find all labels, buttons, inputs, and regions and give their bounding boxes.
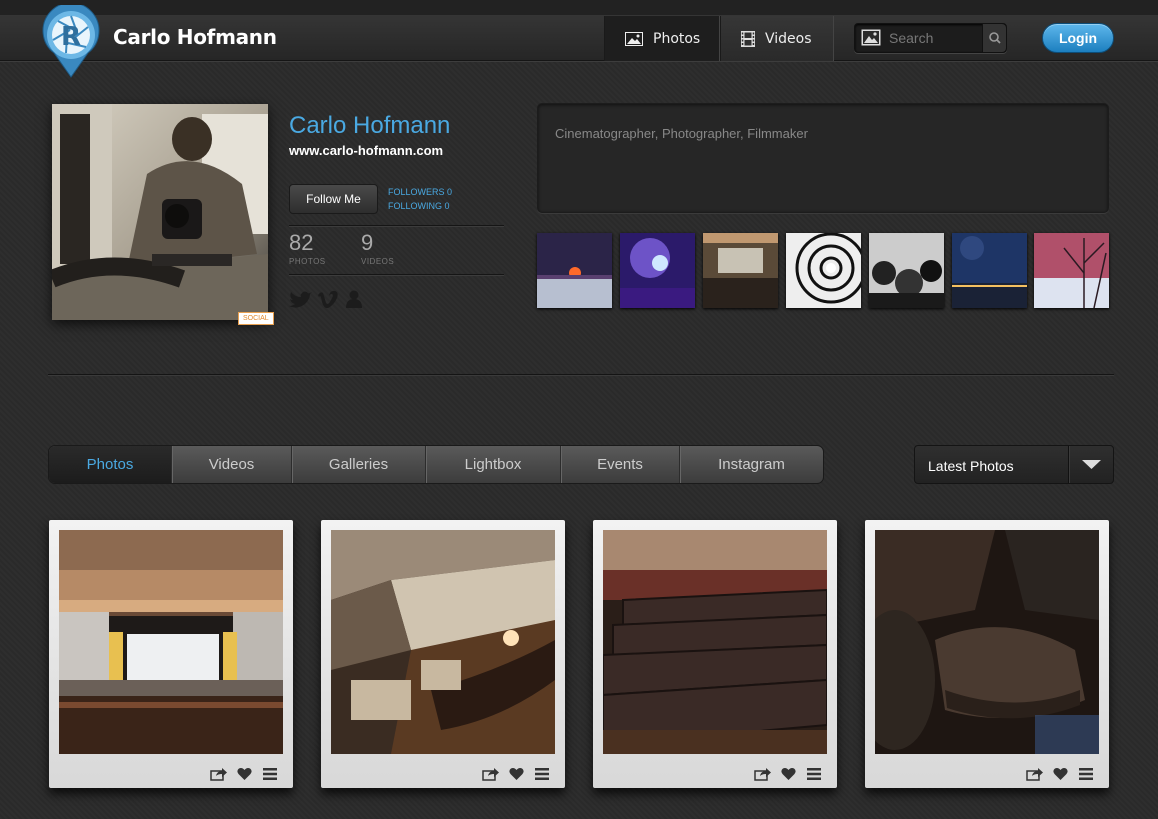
top-strip — [0, 0, 1158, 15]
search-input[interactable] — [889, 27, 981, 49]
menu-button[interactable] — [1077, 766, 1095, 782]
heart-icon — [508, 768, 524, 780]
card-actions — [753, 766, 823, 782]
avatar — [52, 104, 268, 320]
bio-text: Cinematographer, Photographer, Filmmaker — [555, 126, 808, 141]
videos-count-label: VIDEOS — [361, 257, 395, 266]
avatar-photo — [52, 104, 268, 320]
vimeo-icon[interactable] — [317, 290, 339, 308]
like-button[interactable] — [779, 766, 797, 782]
photo-card[interactable] — [865, 520, 1109, 788]
top-bar: R Carlo Hofmann Photos Videos Search Log… — [0, 0, 1158, 78]
menu-button[interactable] — [261, 766, 279, 782]
heart-icon — [236, 768, 252, 780]
followers-link[interactable]: FOLLOWERS 0 — [388, 187, 452, 197]
share-icon — [209, 768, 227, 781]
section-divider — [48, 374, 1114, 375]
like-button[interactable] — [1051, 766, 1069, 782]
film-icon — [741, 30, 755, 47]
sort-dropdown[interactable]: Latest Photos — [914, 445, 1114, 484]
image-icon[interactable] — [861, 29, 881, 46]
recent-photo-thumb[interactable] — [869, 233, 944, 308]
recent-photo-thumb[interactable] — [537, 233, 612, 308]
share-button[interactable] — [753, 766, 771, 782]
following-link[interactable]: FOLLOWING 0 — [388, 201, 450, 211]
card-actions — [209, 766, 279, 782]
nav-photos-label: Photos — [653, 30, 701, 47]
logo-icon[interactable]: R — [40, 5, 102, 79]
profile-name: Carlo Hofmann — [289, 112, 451, 139]
photo-thumbnail[interactable] — [331, 530, 555, 754]
profile-divider — [289, 225, 504, 226]
profile-icon[interactable] — [345, 290, 363, 308]
videos-count: 9 — [361, 230, 374, 255]
photo-card[interactable] — [593, 520, 837, 788]
photo-card[interactable] — [49, 520, 293, 788]
stats-divider — [289, 274, 504, 275]
share-icon — [1025, 768, 1043, 781]
card-actions — [481, 766, 551, 782]
like-button[interactable] — [235, 766, 253, 782]
nav-videos[interactable]: Videos — [720, 16, 834, 61]
card-actions — [1025, 766, 1095, 782]
heart-icon — [1052, 768, 1068, 780]
tab-galleries[interactable]: Galleries — [292, 446, 426, 483]
photo-thumbnail[interactable] — [59, 530, 283, 754]
tab-videos[interactable]: Videos — [172, 446, 292, 483]
recent-photo-thumb[interactable] — [952, 233, 1027, 308]
twitter-icon[interactable] — [289, 290, 313, 308]
search-button[interactable] — [982, 24, 1006, 52]
share-button[interactable] — [481, 766, 499, 782]
menu-button[interactable] — [805, 766, 823, 782]
follow-button[interactable]: Follow Me — [289, 184, 378, 214]
recent-photo-thumb[interactable] — [1034, 233, 1109, 308]
chevron-down-icon — [1082, 460, 1101, 469]
brand-name[interactable]: Carlo Hofmann — [113, 25, 277, 49]
bio-box: Cinematographer, Photographer, Filmmaker — [537, 103, 1109, 213]
tab-lightbox[interactable]: Lightbox — [426, 446, 561, 483]
profile-website-link[interactable]: www.carlo-hofmann.com — [289, 143, 443, 158]
svg-text:R: R — [61, 22, 81, 52]
menu-icon — [1079, 768, 1093, 780]
recent-photo-thumb[interactable] — [786, 233, 861, 308]
nav-photos[interactable]: Photos — [604, 16, 720, 61]
photo-thumbnail[interactable] — [875, 530, 1099, 754]
tab-instagram[interactable]: Instagram — [680, 446, 823, 483]
tab-photos[interactable]: Photos — [49, 446, 172, 483]
share-button[interactable] — [209, 766, 227, 782]
heart-icon — [780, 768, 796, 780]
image-icon — [625, 31, 643, 46]
tab-events[interactable]: Events — [561, 446, 680, 483]
menu-button[interactable] — [533, 766, 551, 782]
recent-photo-thumb[interactable] — [703, 233, 778, 308]
photo-card[interactable] — [321, 520, 565, 788]
photos-count-label: PHOTOS — [289, 257, 326, 266]
share-icon — [753, 768, 771, 781]
sort-selected: Latest Photos — [928, 458, 1014, 474]
login-button[interactable]: Login — [1042, 23, 1114, 53]
photo-thumbnail[interactable] — [603, 530, 827, 754]
social-tag: SOCIAL — [238, 312, 274, 325]
content-tabs: Photos Videos Galleries Lightbox Events … — [48, 445, 824, 484]
like-button[interactable] — [507, 766, 525, 782]
share-icon — [481, 768, 499, 781]
menu-icon — [807, 768, 821, 780]
menu-icon — [535, 768, 549, 780]
search-box — [854, 23, 1007, 53]
search-icon — [989, 32, 1001, 44]
share-button[interactable] — [1025, 766, 1043, 782]
photos-count: 82 — [289, 230, 314, 255]
sort-toggle[interactable] — [1068, 446, 1113, 483]
nav-videos-label: Videos — [765, 30, 812, 47]
recent-photo-thumb[interactable] — [620, 233, 695, 308]
menu-icon — [263, 768, 277, 780]
